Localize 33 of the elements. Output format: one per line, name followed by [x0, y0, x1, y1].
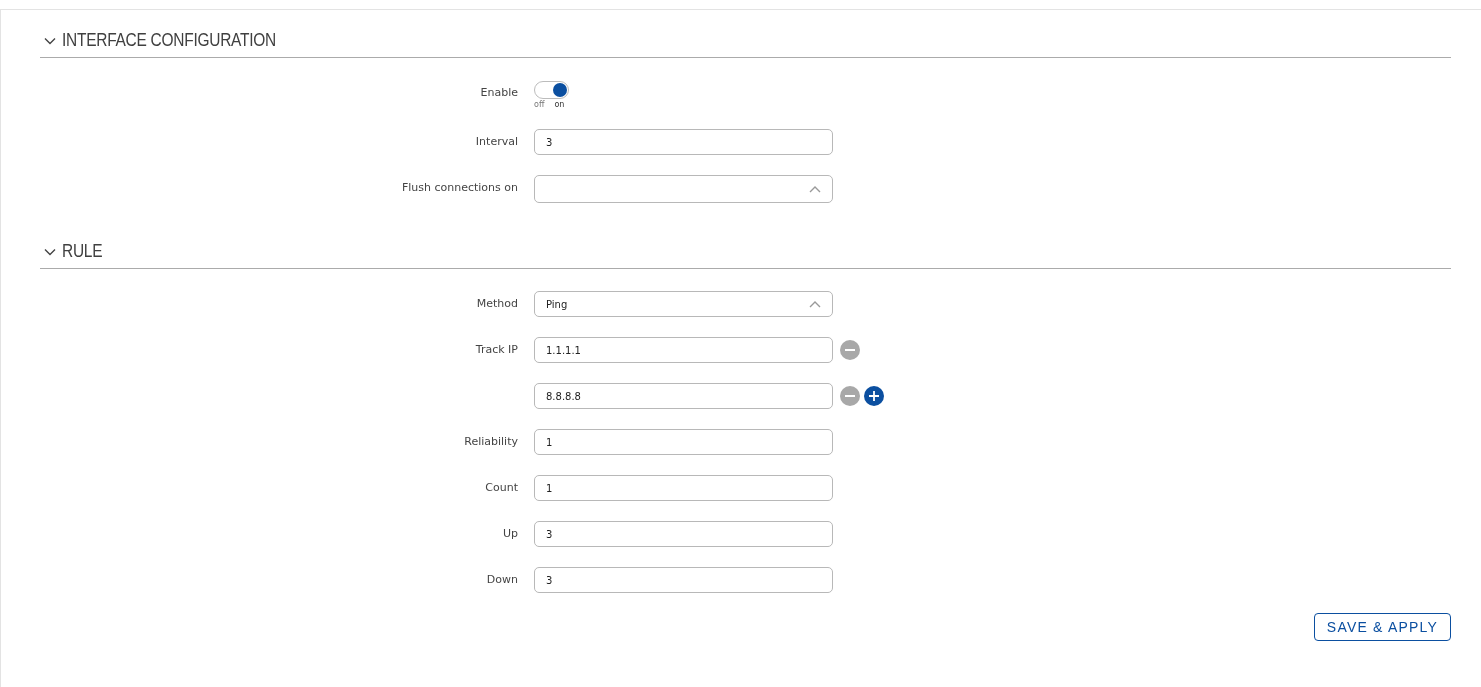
- input-field[interactable]: 3: [534, 521, 833, 547]
- dropdown-field[interactable]: [534, 175, 833, 203]
- remove-button[interactable]: [840, 340, 860, 360]
- input-field[interactable]: 8.8.8.8: [534, 383, 833, 409]
- add-button[interactable]: [864, 386, 884, 406]
- input-field[interactable]: 1.1.1.1: [534, 337, 833, 363]
- minus-icon: [845, 349, 855, 351]
- toggle-on-label: on: [554, 100, 565, 109]
- save-apply-button[interactable]: SAVE & APPLY: [1313, 613, 1451, 641]
- field-label: Count: [484, 480, 518, 496]
- field-label: Flush connections on: [400, 180, 518, 196]
- input-field[interactable]: 1: [534, 475, 833, 501]
- section-header[interactable]: INTERFACE CONFIGURATION: [40, 30, 1451, 58]
- dropdown-field[interactable]: Ping: [534, 291, 833, 317]
- field-label: Interval: [474, 134, 518, 150]
- chevron-up-icon: [809, 185, 821, 193]
- input-field[interactable]: 3: [534, 129, 833, 155]
- field-label: Method: [475, 296, 518, 312]
- input-field[interactable]: 1: [534, 429, 833, 455]
- minus-icon: [845, 395, 855, 397]
- field-label: Enable: [479, 85, 518, 101]
- chevron-up-icon: [809, 300, 821, 308]
- toggle-switch[interactable]: [534, 81, 569, 99]
- plus-icon: [869, 391, 879, 401]
- toggle-off-label: off: [534, 100, 545, 109]
- field-label: Down: [485, 572, 518, 588]
- field-label: Reliability: [463, 434, 518, 450]
- field-label: Up: [501, 526, 518, 542]
- input-field[interactable]: 3: [534, 567, 833, 593]
- chevron-down-icon: [44, 36, 56, 45]
- section-header[interactable]: RULE: [40, 241, 1451, 269]
- chevron-down-icon: [44, 247, 56, 256]
- field-label: Track IP: [474, 342, 518, 358]
